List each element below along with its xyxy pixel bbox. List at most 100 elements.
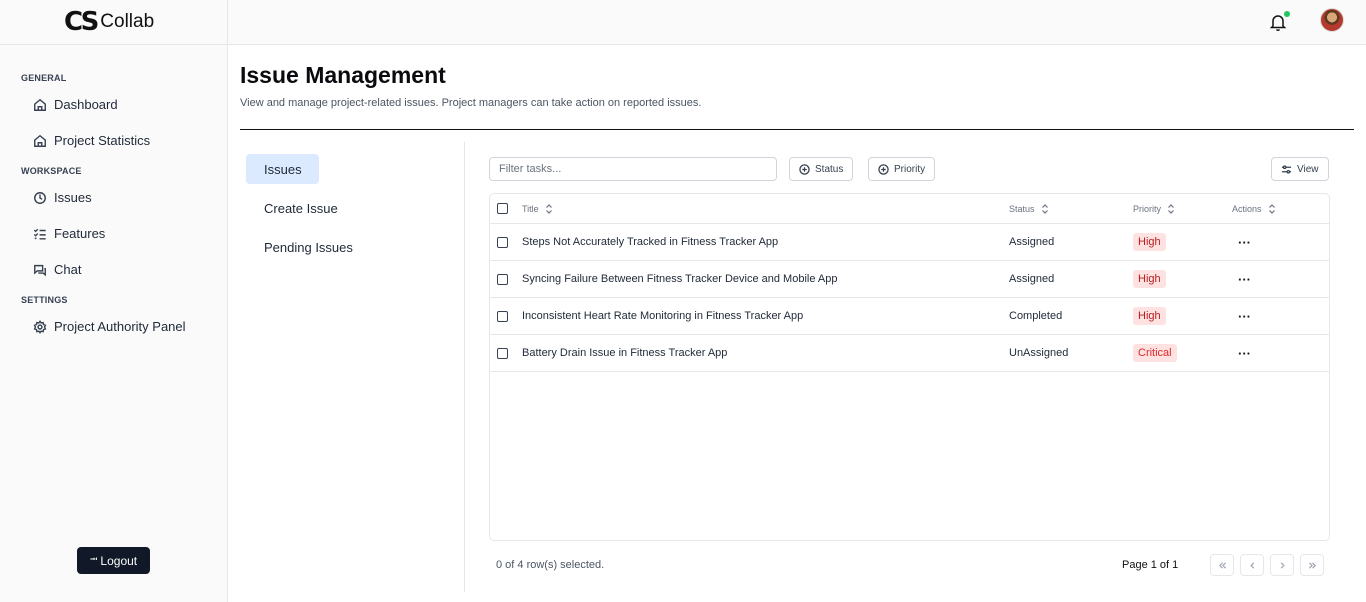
column-header-label: Priority: [1133, 203, 1162, 214]
avatar[interactable]: [1320, 8, 1344, 32]
sidebar-item-label: Features: [54, 226, 106, 241]
row-checkbox[interactable]: [497, 347, 508, 359]
issues-table: Title Status Priority Actions Steps Not …: [489, 193, 1330, 541]
selection-count: 0 of 4 row(s) selected.: [496, 559, 605, 571]
logout-label: Logout: [100, 553, 138, 568]
row-actions-cell: ···: [1238, 261, 1251, 297]
vertical-divider: [464, 142, 465, 592]
chevrons-left-icon: [1218, 561, 1226, 569]
view-options-button[interactable]: View: [1271, 157, 1329, 181]
row-checkbox[interactable]: [497, 236, 508, 248]
section-label-general: GENERAL: [21, 73, 67, 83]
select-all-checkbox[interactable]: [497, 203, 508, 214]
logout-button[interactable]: ⭲ Logout: [77, 547, 150, 574]
row-actions-cell: ···: [1238, 298, 1251, 334]
row-title: Steps Not Accurately Tracked in Fitness …: [522, 236, 779, 248]
home-icon: [34, 134, 46, 147]
row-select-cell: [497, 224, 508, 260]
chevron-right-icon: [1280, 561, 1285, 569]
checklist-icon: [33, 228, 46, 240]
sort-icon: [1041, 203, 1048, 214]
chevron-left-icon: [1249, 561, 1254, 569]
sidebar-item-dashboard[interactable]: Dashboard: [33, 97, 118, 112]
first-page-button[interactable]: [1210, 554, 1234, 576]
sort-icon: [1168, 203, 1174, 214]
row-priority-cell: Critical: [1133, 335, 1177, 371]
topbar: [228, 0, 1366, 45]
row-priority-cell: High: [1133, 298, 1166, 334]
subnav-issues[interactable]: Issues: [246, 154, 319, 184]
column-header-priority[interactable]: Priority: [1133, 194, 1175, 223]
sort-icon: [545, 203, 552, 214]
column-header-label: Actions: [1232, 203, 1262, 214]
row-priority-cell: High: [1133, 224, 1166, 260]
sidebar-item-label: Project Statistics: [54, 133, 151, 148]
sidebar-item-project-authority-panel[interactable]: Project Authority Panel: [33, 319, 186, 334]
column-header-actions[interactable]: Actions: [1232, 194, 1276, 223]
header-divider: [240, 129, 1354, 130]
next-page-button[interactable]: [1270, 554, 1294, 576]
row-status: Assigned: [1009, 236, 1055, 248]
sort-icon: [1268, 203, 1275, 214]
brand[interactable]: CS Collab: [0, 0, 227, 45]
sidebar: CS Collab GENERAL Dashboard Project Stat…: [0, 0, 228, 602]
table-row[interactable]: Syncing Failure Between Fitness Tracker …: [490, 261, 1329, 298]
table-row[interactable]: Battery Drain Issue in Fitness Tracker A…: [490, 335, 1329, 372]
priority-badge: High: [1133, 233, 1166, 251]
plus-circle-icon: [799, 163, 810, 175]
page-title: Issue Management: [240, 62, 446, 88]
section-label-settings: SETTINGS: [21, 295, 68, 305]
table-header-row: Title Status Priority Actions: [490, 194, 1329, 224]
view-options-label: View: [1297, 163, 1319, 175]
priority-badge: High: [1133, 270, 1166, 288]
status-filter-button[interactable]: Status: [789, 157, 854, 181]
select-all-cell: [497, 194, 508, 223]
chevrons-right-icon: [1308, 561, 1316, 569]
sidebar-item-project-statistics[interactable]: Project Statistics: [33, 133, 150, 148]
clock-icon: [34, 191, 46, 204]
sidebar-item-issues[interactable]: Issues: [33, 190, 92, 205]
status-filter-label: Status: [815, 163, 844, 175]
priority-badge: High: [1133, 307, 1166, 325]
notification-dot: [1284, 11, 1290, 17]
row-actions-menu-button[interactable]: ···: [1238, 235, 1251, 250]
row-actions-menu-button[interactable]: ···: [1238, 309, 1251, 324]
plus-circle-icon: [878, 163, 889, 175]
table-row[interactable]: Inconsistent Heart Rate Monitoring in Fi…: [490, 298, 1329, 335]
gear-icon: [33, 319, 47, 334]
previous-page-button[interactable]: [1240, 554, 1264, 576]
page-indicator: Page 1 of 1: [1122, 559, 1179, 571]
sliders-icon: [1281, 164, 1292, 174]
table-row[interactable]: Steps Not Accurately Tracked in Fitness …: [490, 224, 1329, 261]
last-page-button[interactable]: [1300, 554, 1324, 576]
sidebar-item-label: Issues: [54, 190, 92, 205]
row-title: Inconsistent Heart Rate Monitoring in Fi…: [522, 310, 804, 322]
subnav-pending-issues[interactable]: Pending Issues: [246, 232, 353, 262]
section-label-workspace: WORKSPACE: [21, 166, 82, 176]
sidebar-item-features[interactable]: Features: [33, 226, 105, 241]
sidebar-item-label: Chat: [54, 262, 82, 277]
row-status: Assigned: [1009, 273, 1055, 285]
column-header-label: Status: [1009, 203, 1035, 214]
row-actions-cell: ···: [1238, 224, 1251, 260]
subnav-create-issue[interactable]: Create Issue: [246, 193, 338, 223]
sidebar-item-chat[interactable]: Chat: [33, 262, 81, 277]
row-checkbox[interactable]: [497, 273, 508, 285]
page-subtitle: View and manage project-related issues. …: [240, 97, 702, 109]
filter-tasks-input[interactable]: [489, 157, 777, 181]
sidebar-item-label: Project Authority Panel: [54, 319, 186, 334]
priority-filter-button[interactable]: Priority: [868, 157, 936, 181]
column-header-status[interactable]: Status: [1009, 194, 1049, 223]
sidebar-item-label: Dashboard: [54, 97, 118, 112]
row-select-cell: [497, 298, 508, 334]
row-actions-menu-button[interactable]: ···: [1238, 272, 1251, 287]
column-header-label: Title: [522, 203, 539, 214]
row-actions-cell: ···: [1238, 335, 1251, 371]
priority-filter-label: Priority: [894, 163, 926, 175]
column-header-title[interactable]: Title: [522, 194, 553, 223]
row-status: Completed: [1009, 310, 1063, 322]
row-title: Battery Drain Issue in Fitness Tracker A…: [522, 347, 728, 359]
row-checkbox[interactable]: [497, 310, 508, 322]
row-priority-cell: High: [1133, 261, 1166, 297]
row-actions-menu-button[interactable]: ···: [1238, 346, 1251, 361]
